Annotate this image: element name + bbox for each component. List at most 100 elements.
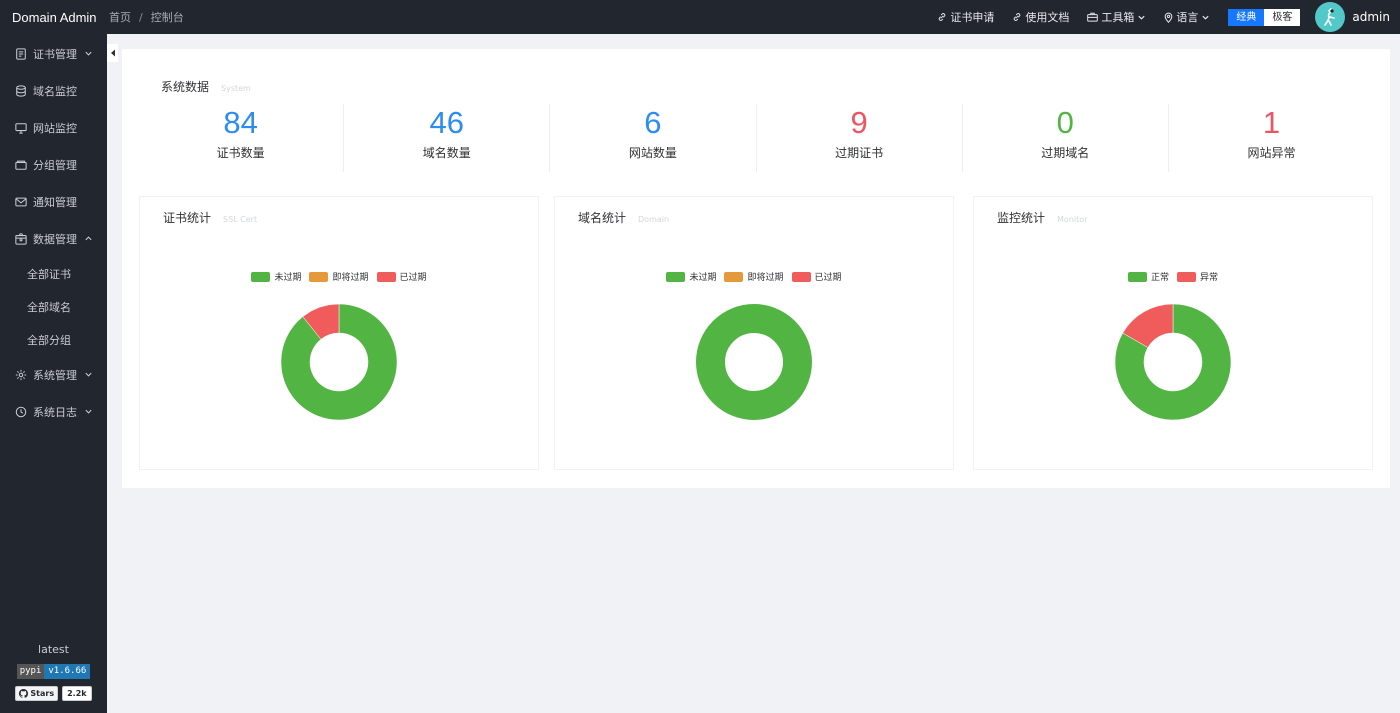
sidebar-item-cert[interactable]: 证书管理: [0, 35, 107, 72]
sidebar-item-label: 通知管理: [33, 195, 77, 209]
stat-label: 域名数量: [422, 146, 471, 160]
stat-expired-cert[interactable]: 9 过期证书: [755, 104, 962, 172]
sidebar-item-label: 系统管理: [33, 368, 77, 382]
legend-item[interactable]: 未过期: [251, 270, 301, 283]
sidebar-item-domain[interactable]: 域名监控: [0, 72, 107, 109]
donut-svg: [1114, 303, 1232, 421]
breadcrumb-separator: /: [139, 10, 143, 24]
caret-left-icon: [110, 49, 115, 57]
breadcrumb: 首页 / 控制台: [109, 9, 184, 25]
donut-slice[interactable]: [696, 304, 812, 420]
legend-label: 正常: [1150, 273, 1169, 283]
github-stars-badge[interactable]: Stars 2.2k: [15, 686, 92, 701]
sidebar-item-label: 网站监控: [33, 121, 77, 135]
sidebar-subitem-all-groups[interactable]: 全部分组: [0, 323, 107, 356]
database-icon: [16, 84, 26, 97]
chart-subtitle: SSL Cert: [223, 215, 258, 224]
sidebar-subitem-all-domains[interactable]: 全部域名: [0, 290, 107, 323]
link-icon: [1014, 13, 1021, 21]
github-stars-button[interactable]: Stars: [15, 686, 59, 701]
donut-svg: [280, 303, 398, 421]
chart-title: 监控统计: [997, 211, 1046, 225]
stat-website-error[interactable]: 1 网站异常: [1167, 104, 1374, 172]
gear-icon: [15, 369, 27, 380]
legend-item[interactable]: 已过期: [791, 270, 842, 283]
stat-label: 过期域名: [1041, 146, 1090, 160]
theme-geek-button[interactable]: 极客: [1264, 8, 1301, 26]
legend-item[interactable]: 已过期: [376, 270, 427, 283]
docs-link[interactable]: 使用文档: [1012, 9, 1069, 25]
stat-website-count[interactable]: 6 网站数量: [549, 104, 755, 172]
donut-chart: [974, 303, 1372, 421]
system-subtitle: System: [221, 84, 251, 93]
sidebar-item-notify[interactable]: 通知管理: [0, 183, 107, 220]
theme-classic-button[interactable]: 经典: [1228, 8, 1265, 26]
chevron-down-icon: [1138, 15, 1146, 20]
box-icon: [15, 232, 27, 245]
stat-value: 6: [644, 105, 662, 140]
sidebar-item-website[interactable]: 网站监控: [0, 109, 107, 146]
chart-title: 域名统计: [578, 211, 627, 225]
donut-svg: [696, 304, 812, 420]
github-icon: [19, 689, 29, 698]
sidebar: 证书管理 域名监控 网站监控 分组管理 通知管理 数据管理 全部证书 全部域名 …: [0, 34, 107, 713]
system-card-title: 系统数据 System: [161, 78, 251, 95]
sidebar-item-label: 数据管理: [33, 232, 77, 246]
chart-legend: 未过期 即将过期 已过期: [555, 270, 953, 283]
username[interactable]: admin: [1352, 10, 1390, 24]
stat-value: 9: [850, 105, 868, 140]
chart-legend: 正常 异常: [974, 270, 1372, 283]
folder-icon: [15, 160, 27, 170]
stat-label: 过期证书: [835, 146, 884, 160]
legend-swatch: [309, 271, 329, 282]
brand-title[interactable]: Domain Admin: [0, 10, 107, 25]
toolbox-label: 工具箱: [1101, 11, 1135, 24]
system-stats-card: 系统数据 System 84 证书数量 46 域名数量 6 网站数量 9 过期证…: [138, 65, 1374, 193]
breadcrumb-home[interactable]: 首页: [109, 9, 131, 25]
avatar-figure-icon: [1324, 8, 1336, 26]
stat-expired-domain[interactable]: 0 过期域名: [961, 104, 1168, 172]
legend-swatch: [724, 271, 744, 282]
legend-item[interactable]: 异常: [1177, 270, 1218, 283]
docs-label: 使用文档: [1025, 11, 1070, 24]
chart-legend: 未过期 即将过期 已过期: [140, 270, 538, 283]
legend-item[interactable]: 正常: [1127, 270, 1169, 283]
avatar[interactable]: [1315, 2, 1346, 32]
legend-item[interactable]: 未过期: [666, 270, 716, 283]
monitor-chart-card: 监控统计 Monitor 正常 异常: [973, 196, 1373, 470]
legend-label: 未过期: [689, 273, 717, 283]
language-dropdown[interactable]: 语言: [1164, 9, 1210, 25]
breadcrumb-current: 控制台: [150, 11, 184, 24]
sidebar-item-data[interactable]: 数据管理: [0, 220, 107, 257]
language-label: 语言: [1176, 11, 1199, 24]
chevron-down-icon: [85, 409, 92, 414]
chart-subtitle: Monitor: [1057, 215, 1088, 224]
sidebar-collapse-toggle[interactable]: [107, 44, 118, 62]
location-pin-icon: [1165, 12, 1173, 23]
cert-chart-card: 证书统计 SSL Cert 未过期 即将过期 已过期: [139, 196, 539, 470]
file-icon: [16, 47, 26, 60]
chart-title: 证书统计: [163, 211, 212, 225]
sidebar-item-system[interactable]: 系统管理: [0, 356, 107, 393]
legend-label: 未过期: [274, 273, 302, 283]
legend-item[interactable]: 即将过期: [724, 270, 784, 283]
sidebar-item-group[interactable]: 分组管理: [0, 146, 107, 183]
sidebar-footer: latest pypi v1.6.66 Stars 2.2k: [0, 643, 107, 701]
sidebar-item-label: 分组管理: [33, 158, 77, 172]
sidebar-item-log[interactable]: 系统日志: [0, 393, 107, 430]
chevron-down-icon: [1202, 15, 1210, 20]
cert-apply-link[interactable]: 证书申请: [937, 9, 994, 25]
sidebar-item-label: 系统日志: [33, 405, 77, 419]
legend-swatch: [251, 271, 271, 282]
toolbox-dropdown[interactable]: 工具箱: [1087, 9, 1146, 25]
legend-label: 即将过期: [747, 273, 784, 283]
legend-item[interactable]: 即将过期: [309, 270, 369, 283]
stat-value: 84: [223, 105, 258, 140]
stat-cert-count[interactable]: 84 证书数量: [138, 104, 343, 172]
stat-domain-count[interactable]: 46 域名数量: [343, 104, 549, 172]
sidebar-subitem-all-certs[interactable]: 全部证书: [0, 257, 107, 290]
pypi-badge[interactable]: pypi v1.6.66: [16, 664, 91, 679]
domain-chart-card: 域名统计 Domain 未过期 即将过期 已过期: [554, 196, 954, 470]
chevron-up-icon: [85, 236, 92, 241]
cert-apply-label: 证书申请: [950, 11, 995, 24]
